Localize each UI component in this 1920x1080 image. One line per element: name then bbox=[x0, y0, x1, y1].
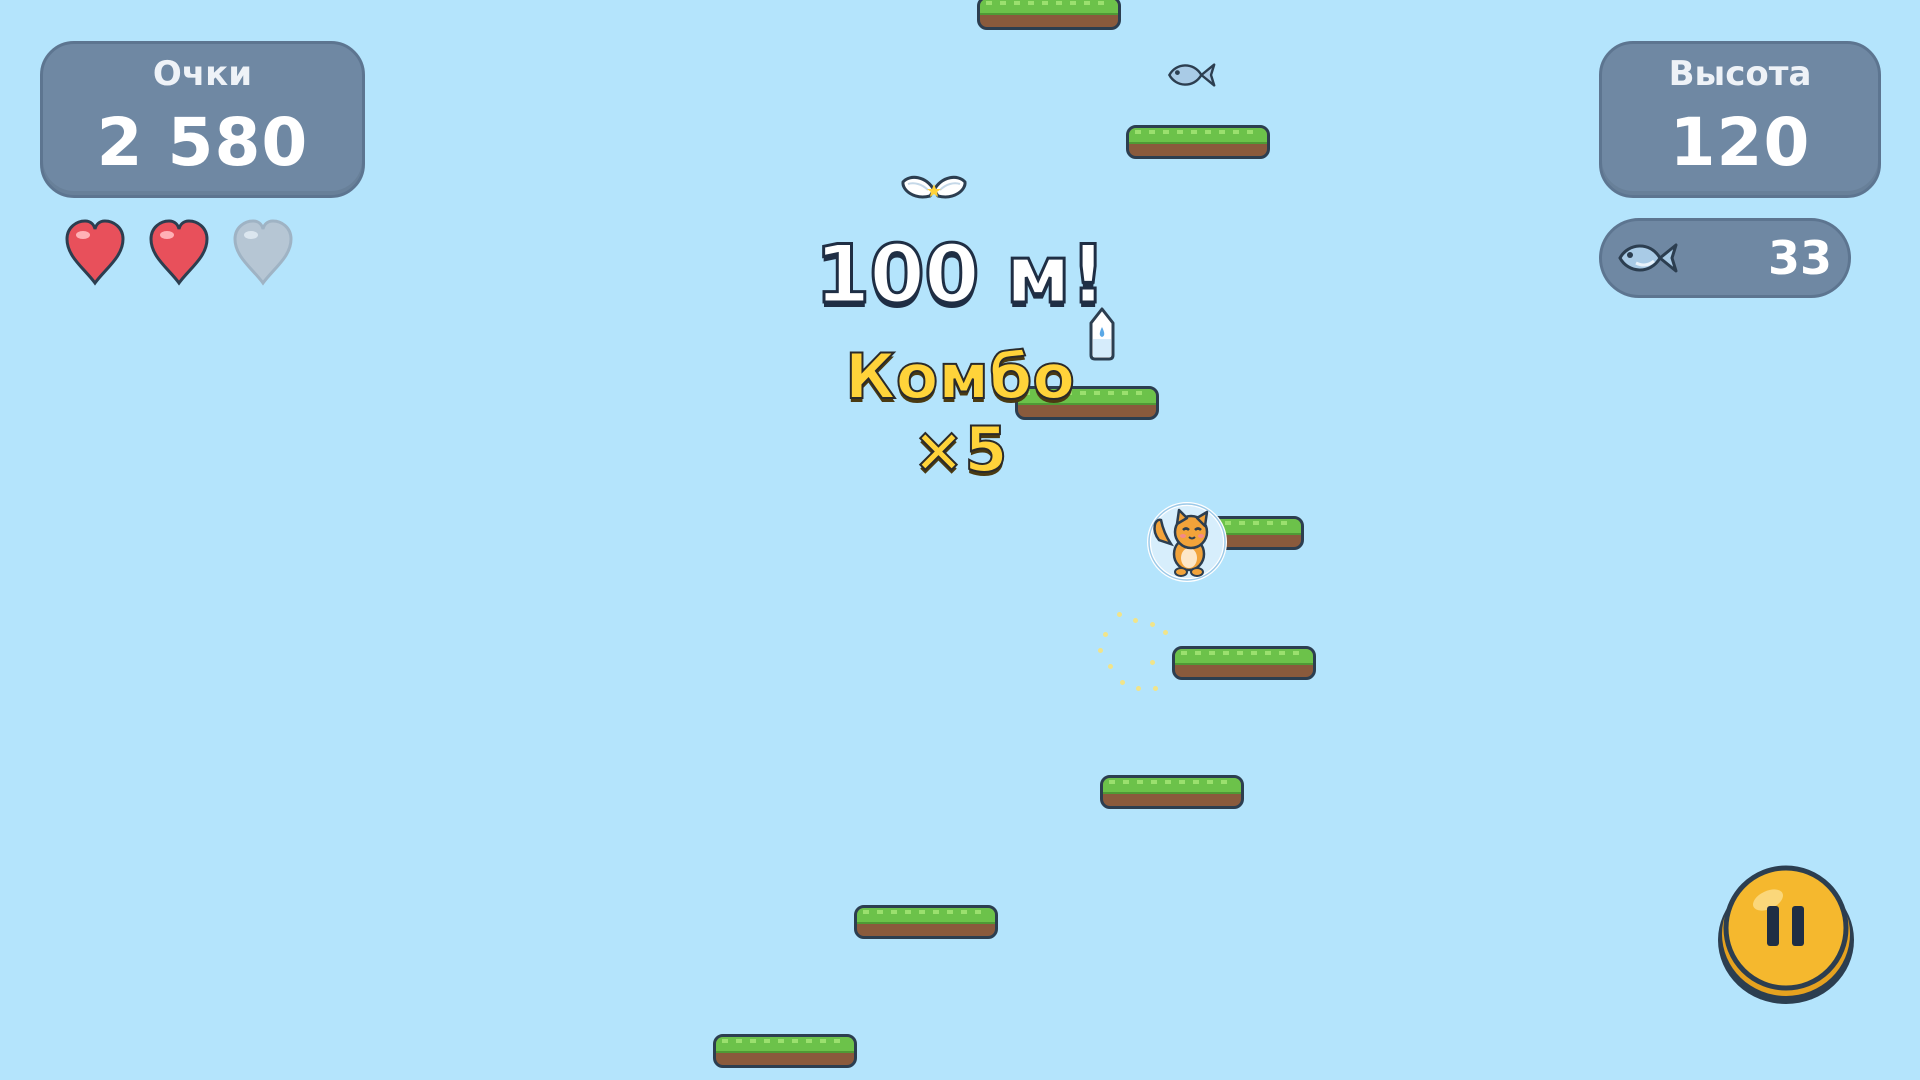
heart-icon bbox=[149, 219, 209, 286]
platform bbox=[977, 0, 1121, 30]
height-panel: Высота 120 bbox=[1599, 41, 1881, 198]
milestone-popup: 100 м! bbox=[813, 227, 1108, 323]
combo-popup: Комбо ×5 bbox=[844, 339, 1076, 487]
cat-player bbox=[1147, 502, 1227, 582]
height-label: Высота bbox=[1668, 54, 1812, 94]
platform bbox=[1126, 125, 1270, 159]
platform bbox=[1172, 646, 1316, 680]
platform bbox=[1100, 775, 1244, 809]
height-value: 120 bbox=[1669, 104, 1811, 181]
platform bbox=[854, 905, 998, 939]
fish-count: 33 bbox=[1767, 231, 1832, 285]
score-label: Очки bbox=[152, 54, 253, 94]
score-value: 2 580 bbox=[96, 104, 309, 181]
platform bbox=[713, 1034, 857, 1068]
pause-button[interactable] bbox=[1716, 858, 1856, 1006]
wings-powerup-icon bbox=[901, 175, 967, 199]
heart-icon-empty bbox=[233, 219, 293, 286]
score-panel: Очки 2 580 bbox=[40, 41, 365, 198]
heart-icon bbox=[65, 219, 125, 286]
fish-icon bbox=[1618, 243, 1678, 273]
fish-counter: 33 bbox=[1599, 218, 1851, 298]
fish-icon bbox=[1168, 63, 1216, 87]
